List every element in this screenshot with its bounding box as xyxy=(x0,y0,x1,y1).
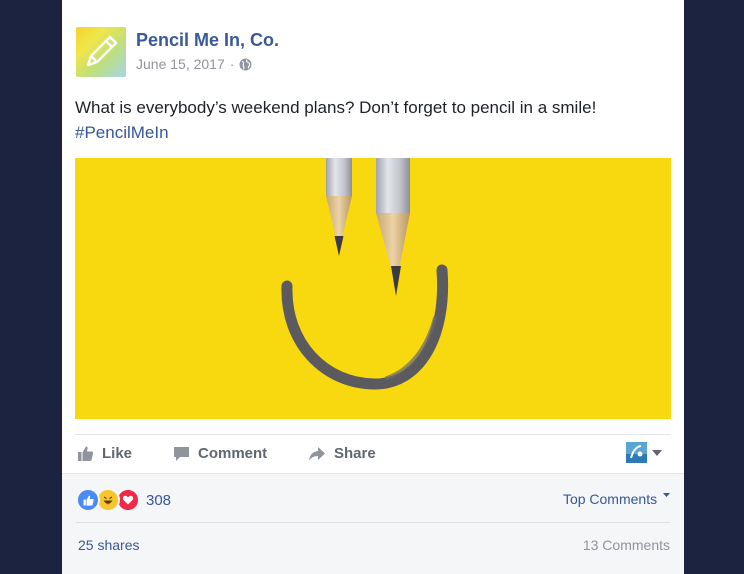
top-comments-dropdown[interactable]: Top Comments xyxy=(563,491,670,507)
chevron-down-icon xyxy=(652,449,662,456)
comment-label: Comment xyxy=(198,445,268,462)
footer-divider xyxy=(76,522,670,523)
reactions-summary[interactable]: 308 xyxy=(76,488,171,512)
post-date[interactable]: June 15, 2017 xyxy=(136,56,225,72)
page-avatar[interactable] xyxy=(76,27,126,77)
comment-icon xyxy=(174,447,189,461)
reaction-count: 308 xyxy=(146,491,172,509)
share-arrow-icon xyxy=(309,447,325,461)
post-text: What is everybody’s weekend plans? Don’t… xyxy=(75,98,597,117)
smiley-pencils-image xyxy=(75,158,671,419)
comments-link[interactable]: 13 Comments xyxy=(583,537,670,553)
post-meta: June 15, 2017 · xyxy=(136,56,252,72)
like-label: Like xyxy=(102,445,133,462)
page-name-link[interactable]: Pencil Me In, Co. xyxy=(136,30,279,51)
like-button[interactable]: Like xyxy=(77,445,132,462)
like-icon xyxy=(76,488,100,512)
caret-down-icon xyxy=(663,493,670,497)
hashtag-link[interactable]: #PencilMeIn xyxy=(75,120,675,145)
post-body: What is everybody’s weekend plans? Don’t… xyxy=(75,95,675,145)
globe-icon[interactable] xyxy=(239,58,252,71)
post-photo[interactable] xyxy=(75,158,671,419)
post-footer: 308 Top Comments 25 shares 13 Comments xyxy=(62,473,684,574)
post-card: Pencil Me In, Co. June 15, 2017 · What i… xyxy=(62,0,684,574)
share-label: Share xyxy=(334,445,376,462)
post-actions-bar: Like Comment Share xyxy=(75,434,671,473)
profile-thumbnail-icon xyxy=(626,442,647,463)
pencil-logo-icon xyxy=(86,35,118,67)
post-as-selector[interactable] xyxy=(626,442,662,463)
share-button[interactable]: Share xyxy=(308,445,376,462)
comment-button[interactable]: Comment xyxy=(173,445,267,462)
thumbs-up-icon xyxy=(78,446,94,461)
shares-link[interactable]: 25 shares xyxy=(78,537,139,553)
top-comments-label: Top Comments xyxy=(562,491,658,507)
meta-separator: · xyxy=(229,56,235,72)
